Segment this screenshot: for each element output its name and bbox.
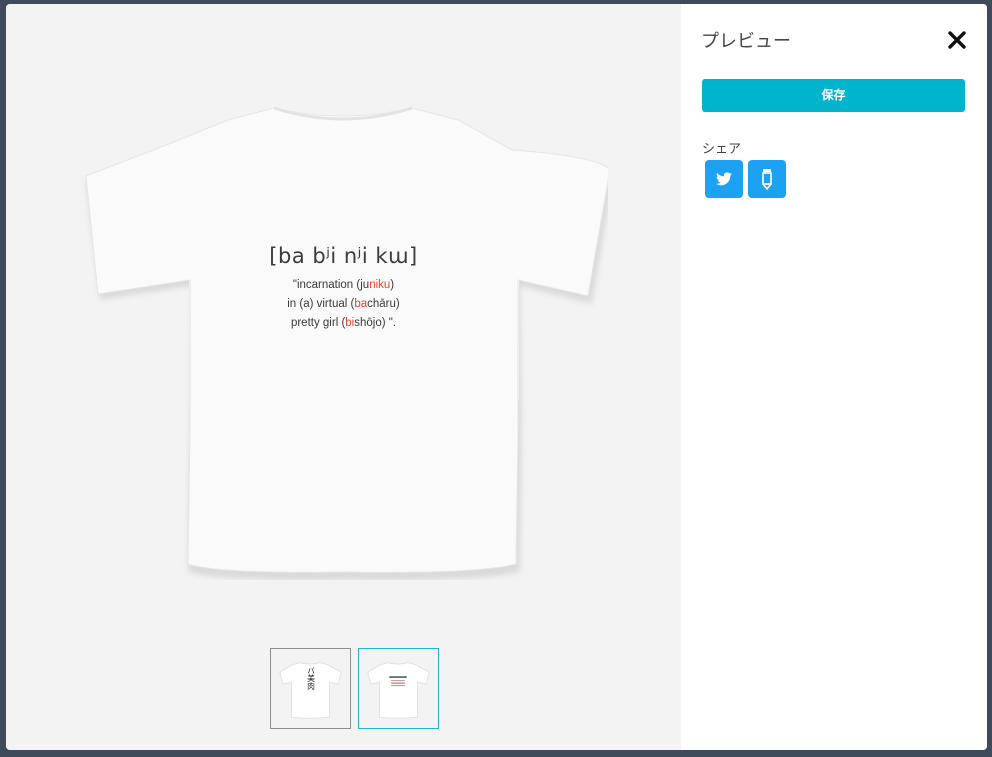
- twitter-icon: [716, 172, 732, 186]
- pencil-share-button[interactable]: [748, 160, 786, 198]
- phonetic-text: [ba bʲi nʲi kɯ]: [269, 244, 418, 268]
- thumbnail-back[interactable]: [358, 648, 439, 729]
- print-line-3: pretty girl (bishōjo) ".: [290, 317, 397, 329]
- close-icon[interactable]: [947, 30, 967, 50]
- print-line-2: in (a) virtual (bachāru): [287, 298, 400, 310]
- thumbnail-front[interactable]: バ美肉: [270, 648, 351, 729]
- share-label: シェア: [702, 142, 742, 157]
- print-line-1: "incarnation (juniku): [292, 279, 395, 291]
- preview-pane: [ba bʲi nʲi kɯ] "incarnation (juniku) in…: [6, 4, 681, 750]
- tshirt-image: [78, 100, 608, 580]
- pencil-icon: [761, 168, 773, 190]
- save-button[interactable]: 保存: [702, 79, 965, 112]
- shirt-print-text: [ba bʲi nʲi kɯ] "incarnation (juniku) in…: [6, 242, 681, 333]
- svg-text:バ美肉: バ美肉: [306, 666, 315, 690]
- twitter-share-button[interactable]: [705, 160, 743, 198]
- side-panel: プレビュー 保存 シェア: [681, 4, 987, 750]
- panel-title: プレビュー: [701, 31, 791, 52]
- preview-modal: [ba bʲi nʲi kɯ] "incarnation (juniku) in…: [6, 4, 987, 750]
